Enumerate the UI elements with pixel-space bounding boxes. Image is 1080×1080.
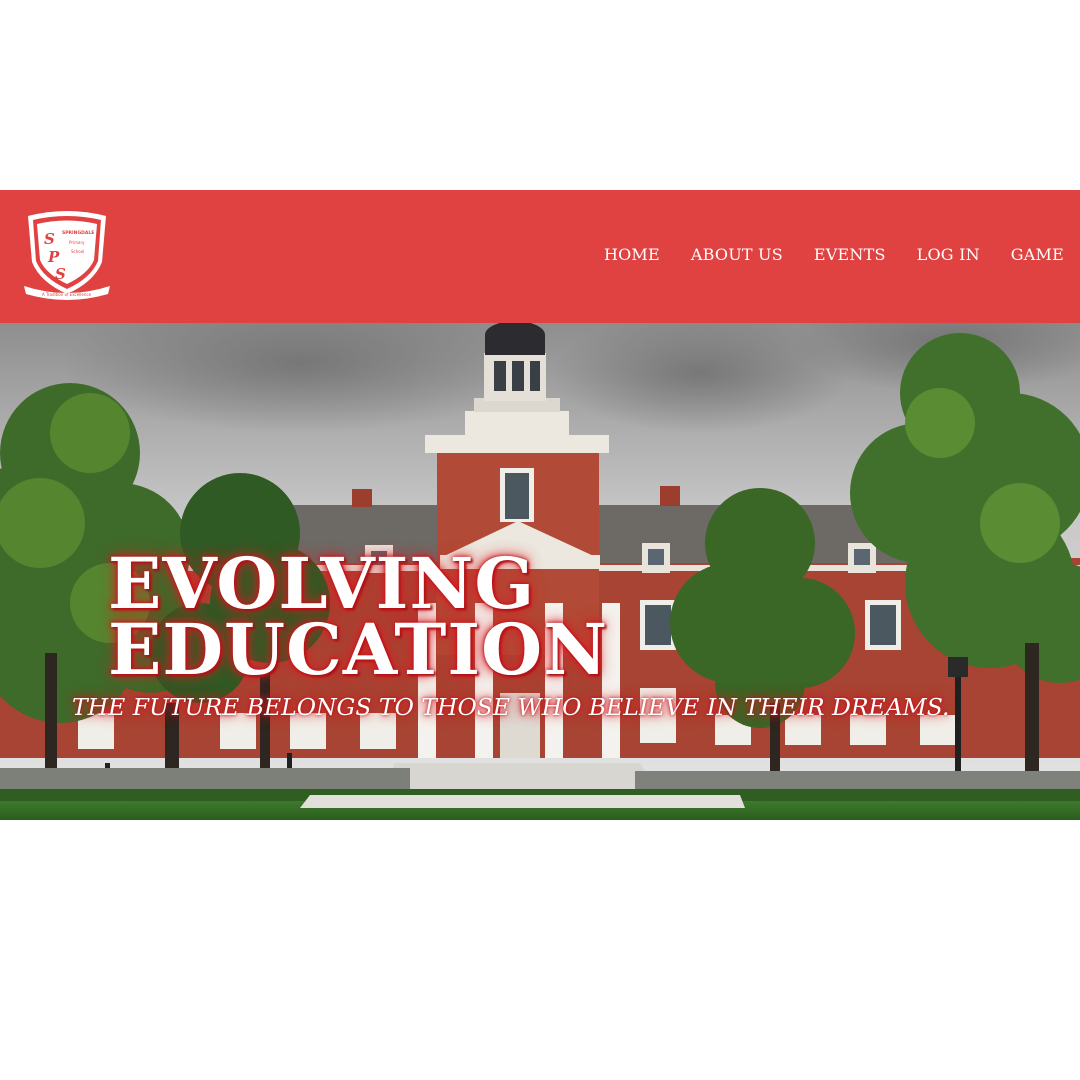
nav-home-link[interactable]: HOME: [604, 245, 660, 264]
nav-about-us-link[interactable]: ABOUT US: [691, 245, 783, 264]
nav-events-link[interactable]: EVENTS: [814, 245, 886, 264]
school-crest-icon: S P S SPRINGDALE Primary School A Tradit…: [24, 211, 110, 300]
hero-banner: EVOLVING EDUCATION THE FUTURE BELONGS TO…: [0, 323, 1080, 820]
svg-text:S: S: [55, 265, 66, 283]
site-header: S P S SPRINGDALE Primary School A Tradit…: [0, 190, 1080, 323]
hero-tagline: THE FUTURE BELONGS TO THOSE WHO BELIEVE …: [72, 693, 950, 721]
school-logo[interactable]: S P S SPRINGDALE Primary School A Tradit…: [22, 210, 112, 302]
main-nav: HOME ABOUT US EVENTS LOG IN GAME: [604, 245, 1064, 264]
nav-game-link[interactable]: GAME: [1011, 245, 1064, 264]
svg-text:School: School: [71, 249, 84, 254]
svg-text:P: P: [47, 248, 60, 266]
svg-text:A Tradition of Excellence: A Tradition of Excellence: [42, 292, 92, 297]
svg-text:SPRINGDALE: SPRINGDALE: [62, 230, 94, 236]
svg-text:Primary: Primary: [69, 240, 85, 245]
page: S P S SPRINGDALE Primary School A Tradit…: [0, 0, 1080, 1080]
nav-log-in-link[interactable]: LOG IN: [917, 245, 980, 264]
hero-title-line-2: EDUCATION: [108, 608, 609, 691]
svg-text:S: S: [44, 230, 55, 248]
hero-title: EVOLVING EDUCATION: [108, 549, 609, 691]
